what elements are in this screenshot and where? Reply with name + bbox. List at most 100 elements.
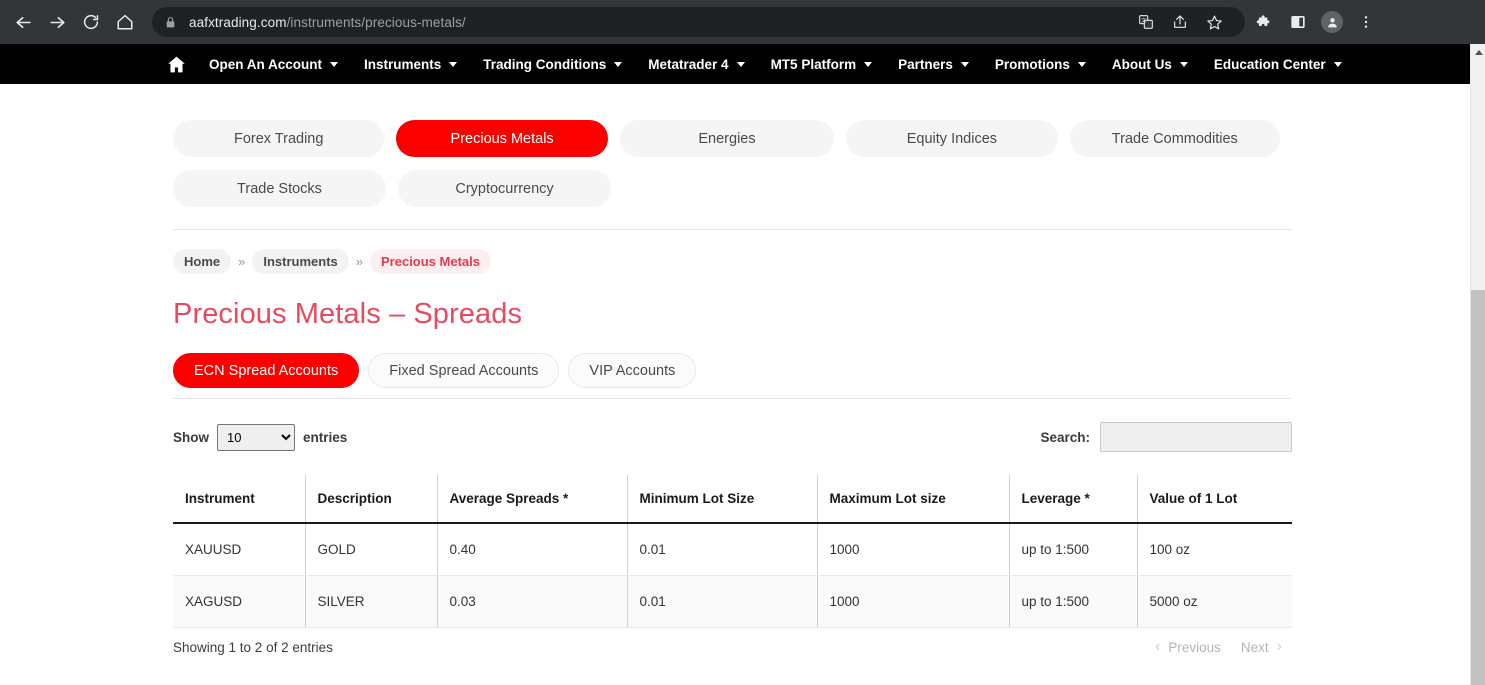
category-cryptocurrency[interactable]: Cryptocurrency [398, 170, 611, 207]
chrome-menu-icon[interactable] [1351, 7, 1381, 37]
lock-icon [164, 16, 177, 29]
chevron-right-icon: › [1276, 638, 1282, 655]
profile-avatar-icon[interactable] [1317, 7, 1347, 37]
column-header-instrument[interactable]: Instrument [173, 475, 305, 524]
cell-maximum-lot: 1000 [816, 523, 1009, 576]
table-controls: Show 10 25 50 100 entries Search: [173, 421, 1292, 453]
share-icon[interactable] [1165, 7, 1195, 37]
back-button[interactable] [6, 5, 40, 39]
category-row-1: Forex Trading Precious Metals Energies E… [173, 120, 1292, 157]
tab-vip-accounts[interactable]: VIP Accounts [568, 353, 697, 388]
nav-item-label: Instruments [364, 56, 442, 72]
column-header-leverage[interactable]: Leverage * [1008, 475, 1137, 524]
tab-ecn-spread-accounts[interactable]: ECN Spread Accounts [173, 353, 360, 388]
side-panel-icon[interactable] [1283, 7, 1313, 37]
column-header-value-of-1-lot[interactable]: Value of 1 Lot [1136, 475, 1292, 524]
avatar [1321, 11, 1343, 33]
nav-item-metatrader-4[interactable]: Metatrader 4 [648, 57, 745, 72]
nav-item-education-center[interactable]: Education Center [1214, 57, 1342, 72]
cell-instrument: XAGUSD [173, 575, 305, 628]
category-precious-metals[interactable]: Precious Metals [396, 120, 608, 157]
scrollbar-up-arrow-icon[interactable] [1471, 44, 1485, 59]
bookmark-star-icon[interactable] [1199, 7, 1229, 37]
url-path: /instruments/precious-metals/ [286, 14, 466, 30]
nav-item-promotions[interactable]: Promotions [995, 57, 1086, 72]
breadcrumb-item-instruments[interactable]: Instruments [252, 249, 349, 274]
table-footer: Showing 1 to 2 of 2 entries ‹ Previous N… [173, 639, 1292, 655]
nav-item-label: MT5 Platform [770, 56, 857, 72]
url-domain: aafxtrading.com [189, 14, 287, 30]
column-header-average-spreads[interactable]: Average Spreads * [436, 475, 627, 524]
tab-fixed-spread-accounts[interactable]: Fixed Spread Accounts [368, 353, 560, 388]
chevron-down-icon [1179, 61, 1188, 67]
browser-toolbar: aafxtrading.com/instruments/precious-met… [0, 0, 1485, 44]
table-header-row: Instrument Description Average Spreads *… [173, 475, 1292, 524]
column-header-minimum-lot-size[interactable]: Minimum Lot Size [626, 475, 817, 524]
window-scrollbar[interactable] [1470, 44, 1485, 685]
entries-length-select[interactable]: 10 25 50 100 [217, 423, 295, 451]
category-forex-trading[interactable]: Forex Trading [173, 120, 385, 157]
omnibox-inline-icons: 文 [1129, 7, 1233, 37]
browser-nav-buttons [0, 5, 142, 39]
breadcrumb-item-home[interactable]: Home [173, 249, 232, 274]
chrome-toolbar-icons [1247, 7, 1383, 37]
nav-item-mt5-platform[interactable]: MT5 Platform [771, 57, 873, 72]
nav-item-instruments[interactable]: Instruments [364, 56, 458, 72]
category-equity-indices[interactable]: Equity Indices [846, 120, 1058, 157]
address-bar-url: aafxtrading.com/instruments/precious-met… [189, 15, 466, 30]
cell-average-spread: 0.03 [436, 575, 627, 628]
chevron-down-icon [960, 61, 969, 67]
chevron-down-icon [1333, 61, 1342, 67]
breadcrumb-separator: » [238, 254, 246, 269]
chevron-down-icon [864, 61, 873, 67]
cell-average-spread: 0.40 [436, 523, 627, 576]
cell-minimum-lot: 0.01 [626, 575, 817, 628]
table-info: Showing 1 to 2 of 2 entries [173, 639, 333, 655]
search-input[interactable] [1100, 422, 1292, 452]
account-type-tabs: ECN Spread Accounts Fixed Spread Account… [173, 353, 1292, 399]
column-header-maximum-lot-size[interactable]: Maximum Lot size [816, 475, 1009, 524]
extensions-puzzle-icon[interactable] [1249, 7, 1279, 37]
cell-description: SILVER [304, 575, 437, 628]
translate-icon[interactable]: 文 [1131, 7, 1161, 37]
nav-item-open-an-account[interactable]: Open An Account [209, 57, 338, 72]
nav-item-label: Trading Conditions [483, 56, 607, 72]
address-bar[interactable]: aafxtrading.com/instruments/precious-met… [152, 7, 1245, 37]
chevron-down-icon [449, 61, 458, 67]
category-energies[interactable]: Energies [619, 120, 835, 157]
site-navigation-items: Open An Account Instruments Trading Cond… [0, 54, 1368, 75]
home-icon [117, 14, 133, 30]
page-title: Precious Metals – Spreads [173, 298, 523, 330]
forward-button[interactable] [40, 5, 74, 39]
previous-page-button[interactable]: ‹ Previous [1145, 639, 1231, 655]
chevron-down-icon [736, 61, 745, 67]
home-button[interactable] [108, 5, 142, 39]
cell-instrument: XAUUSD [173, 523, 305, 576]
nav-item-trading-conditions[interactable]: Trading Conditions [483, 56, 623, 72]
column-header-description[interactable]: Description [304, 475, 437, 524]
category-trade-commodities[interactable]: Trade Commodities [1069, 120, 1280, 157]
breadcrumb-item-precious-metals: Precious Metals [370, 249, 491, 274]
table-row: XAUUSD GOLD 0.40 0.01 1000 up to 1:500 1… [173, 523, 1292, 576]
cell-leverage: up to 1:500 [1008, 575, 1137, 628]
previous-label: Previous [1168, 639, 1221, 655]
entries-length-control: Show 10 25 50 100 entries [173, 423, 347, 451]
chevron-down-icon [330, 61, 338, 67]
cell-description: GOLD [304, 523, 437, 576]
spreads-table: Instrument Description Average Spreads *… [173, 475, 1292, 628]
nav-item-about-us[interactable]: About Us [1112, 57, 1188, 72]
category-trade-stocks[interactable]: Trade Stocks [173, 170, 386, 207]
nav-item-partners[interactable]: Partners [898, 57, 969, 72]
scrollbar-thumb[interactable] [1471, 290, 1485, 685]
table-head: Instrument Description Average Spreads *… [173, 475, 1292, 524]
breadcrumb: Home » Instruments » Precious Metals [173, 249, 1292, 274]
cell-value-of-1-lot: 5000 oz [1136, 575, 1292, 628]
nav-item-label: Open An Account [209, 56, 322, 72]
reload-button[interactable] [74, 5, 108, 39]
site-navigation-bar: Open An Account Instruments Trading Cond… [0, 44, 1470, 84]
table-body: XAUUSD GOLD 0.40 0.01 1000 up to 1:500 1… [173, 523, 1292, 628]
cell-maximum-lot: 1000 [816, 575, 1009, 628]
next-page-button[interactable]: Next › [1231, 639, 1292, 655]
nav-home-icon[interactable] [166, 54, 187, 75]
next-label: Next [1240, 639, 1269, 655]
